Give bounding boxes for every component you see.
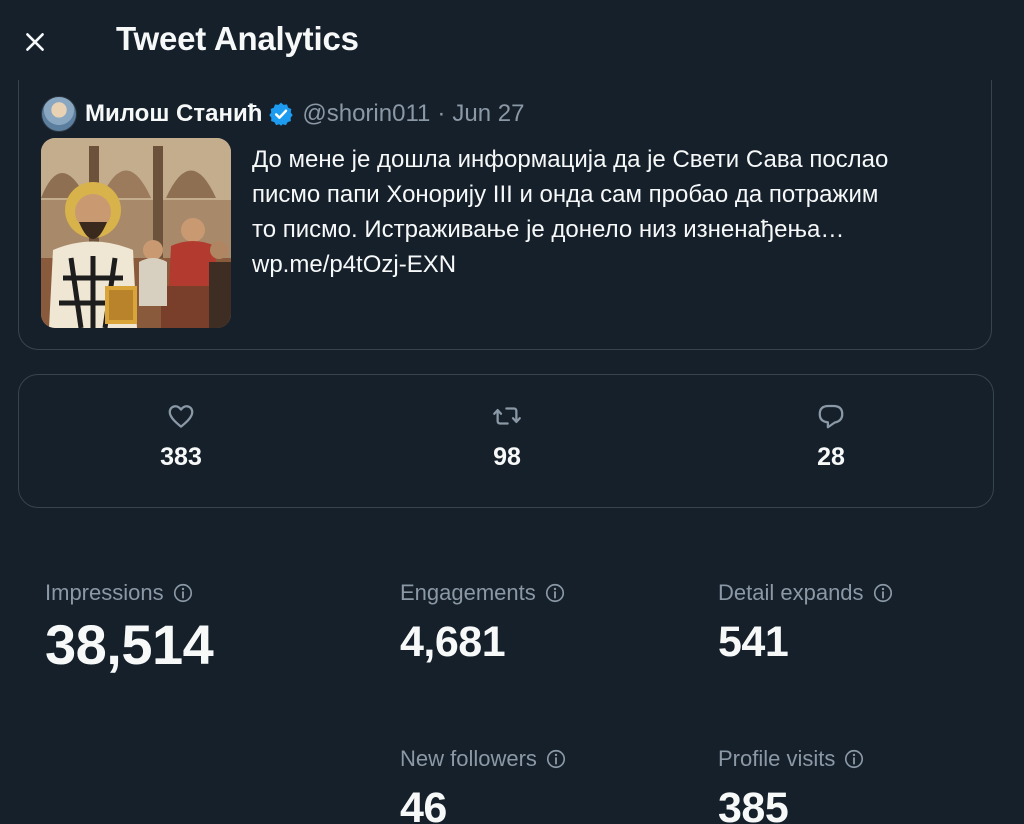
metric-label: Detail expands [718, 580, 894, 606]
tweet-date[interactable]: Jun 27 [452, 100, 524, 128]
replies-count: 28 [817, 443, 845, 471]
tweet-author-row: Милош Станић @shorin011 · Jun 27 [41, 96, 524, 132]
retweet-icon [493, 407, 521, 425]
author-name[interactable]: Милош Станић [85, 100, 262, 128]
metric-label: Engagements [400, 580, 566, 606]
tweet-text-line: писмо папи Хонорију III и онда сам проба… [252, 181, 879, 208]
metric-impressions: Impressions 38,514 [45, 580, 214, 677]
verified-badge-icon [268, 101, 294, 127]
retweets-stat[interactable]: 98 [447, 401, 567, 472]
metric-profile-visits: Profile visits 385 [718, 746, 865, 824]
heart-icon [168, 405, 194, 428]
separator-dot: · [437, 100, 446, 127]
avatar[interactable] [41, 96, 77, 132]
retweets-count: 98 [493, 443, 521, 471]
metric-label: Profile visits [718, 746, 865, 772]
info-icon[interactable] [544, 582, 566, 604]
impressions-label: Impressions [45, 580, 164, 605]
tweet-text-line: то писмо. Истраживање је донело низ изне… [252, 216, 845, 243]
new-followers-label: New followers [400, 746, 537, 771]
profile-visits-label: Profile visits [718, 746, 836, 771]
metric-engagements: Engagements 4,681 [400, 580, 566, 667]
tweet-analytics-panel: Tweet Analytics Милош Станић @shorin011 … [0, 0, 1024, 824]
page-title: Tweet Analytics [116, 20, 359, 57]
detail-expands-value: 541 [718, 618, 789, 666]
replies-stat[interactable]: 28 [771, 401, 891, 472]
metric-label: New followers [400, 746, 567, 772]
close-icon [26, 33, 44, 51]
engagement-stats-card: 383 98 28 [18, 374, 994, 508]
likes-stat[interactable]: 383 [121, 401, 241, 472]
engagements-value: 4,681 [400, 618, 506, 666]
new-followers-value: 46 [400, 784, 447, 824]
tweet-text: До мене је дошла информација да је Свети… [252, 142, 982, 282]
likes-count: 383 [160, 443, 202, 471]
author-handle[interactable]: @shorin011 [302, 100, 430, 128]
impressions-value: 38,514 [45, 613, 214, 676]
info-icon[interactable] [872, 582, 894, 604]
engagements-label: Engagements [400, 580, 536, 605]
metric-new-followers: New followers 46 [400, 746, 567, 824]
tweet-image-icon-painting[interactable] [41, 138, 231, 328]
info-icon[interactable] [545, 748, 567, 770]
header: Tweet Analytics [0, 0, 1024, 86]
tweet-link[interactable]: wp.me/p4tOzj-EXN [252, 247, 982, 282]
detail-expands-label: Detail expands [718, 580, 864, 605]
info-icon[interactable] [843, 748, 865, 770]
fresco-image [41, 138, 231, 328]
close-button[interactable] [16, 22, 54, 62]
metric-detail-expands: Detail expands 541 [718, 580, 894, 667]
tweet-text-line: До мене је дошла информација да је Свети… [252, 146, 889, 173]
tweet-card[interactable]: Милош Станић @shorin011 · Jun 27 До мене… [18, 80, 992, 350]
metric-label: Impressions [45, 580, 213, 606]
reply-icon [818, 404, 844, 429]
profile-visits-value: 385 [718, 784, 789, 824]
info-icon[interactable] [172, 582, 194, 604]
